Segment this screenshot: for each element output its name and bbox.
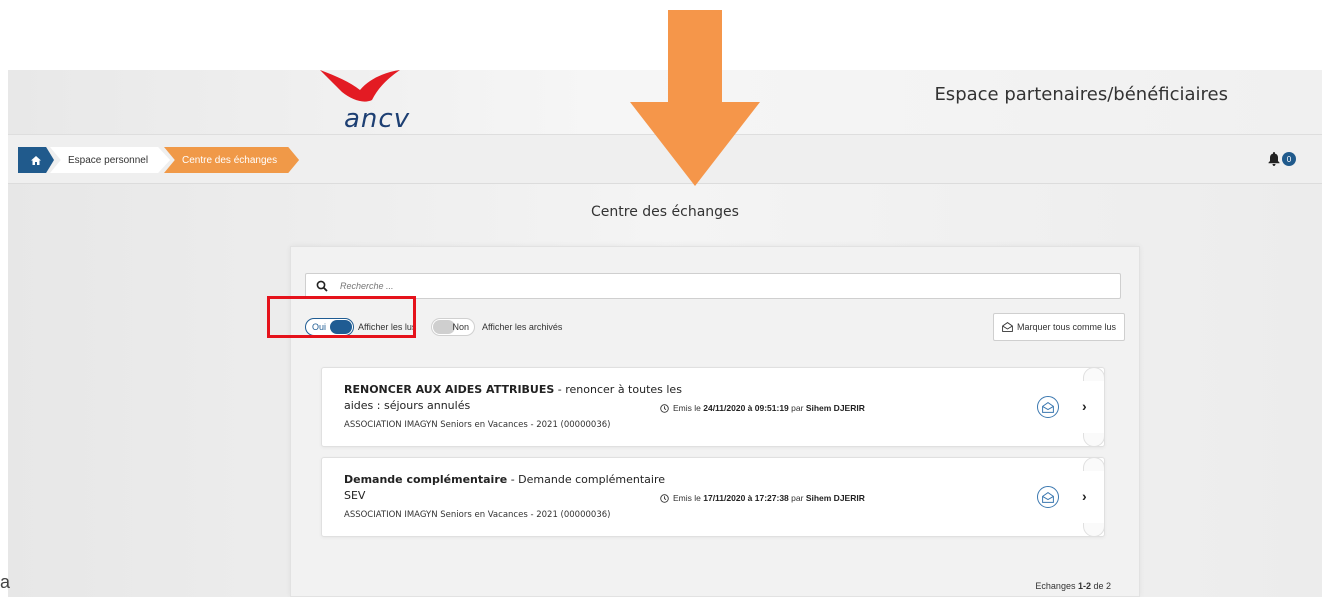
search-bar[interactable]	[305, 273, 1121, 299]
open-envelope-icon	[1042, 491, 1054, 503]
exchange-title: Demande complémentaire - Demande complém…	[344, 472, 684, 504]
exchange-subject: Demande complémentaire	[344, 473, 508, 486]
pagination-prefix: Echanges	[1035, 581, 1078, 591]
pagination-count: Echanges 1-2 de 2	[1035, 581, 1111, 591]
mark-all-read-button[interactable]: Marquer tous comme lus	[992, 313, 1125, 341]
chevron-right-icon[interactable]: ›	[1082, 398, 1087, 414]
exchange-emitted: Emis le 17/11/2020 à 17:27:38 par Sihem …	[660, 493, 865, 503]
exchange-association: ASSOCIATION IMAGYN Seniors en Vacances -…	[344, 420, 611, 430]
emitted-by: par	[788, 493, 806, 503]
exchange-card[interactable]: Demande complémentaire - Demande complém…	[321, 457, 1105, 537]
corner-text: a	[0, 572, 11, 592]
search-input[interactable]	[340, 281, 1040, 291]
exchange-emitted: Emis le 24/11/2020 à 09:51:19 par Sihem …	[660, 403, 865, 413]
exchange-card[interactable]: RENONCER AUX AIDES ATTRIBUES - renoncer …	[321, 367, 1105, 447]
show-archived-toggle[interactable]: Non	[431, 318, 475, 336]
mark-read-button[interactable]	[1037, 486, 1059, 508]
bell-icon	[1268, 152, 1280, 166]
exchange-title: RENONCER AUX AIDES ATTRIBUES - renoncer …	[344, 382, 684, 414]
pagination-suffix: de 2	[1090, 581, 1111, 591]
notifications-button[interactable]: 0	[1268, 152, 1296, 166]
ancv-logo[interactable]: ancv	[316, 70, 426, 134]
card-decoration	[1083, 433, 1105, 447]
card-decoration	[1083, 457, 1105, 471]
emitted-prefix: Emis le	[673, 493, 704, 503]
pagination-range: 1-2	[1077, 581, 1091, 591]
show-archived-label: Afficher les archivés	[482, 322, 563, 332]
clock-icon	[660, 403, 669, 413]
emitted-author: Sihem DJERIR	[805, 493, 865, 503]
exchange-association: ASSOCIATION IMAGYN Seniors en Vacances -…	[344, 510, 611, 520]
exchanges-panel: Oui Afficher les lus Non Afficher les ar…	[290, 246, 1140, 597]
emitted-author: Sihem DJERIR	[805, 403, 865, 413]
notification-count-badge: 0	[1282, 152, 1296, 166]
logo-text: ancv	[344, 104, 411, 134]
annotation-arrow-down-icon	[630, 10, 760, 186]
emitted-by: par	[788, 403, 806, 413]
card-decoration	[1083, 523, 1105, 537]
mark-all-read-label: Marquer tous comme lus	[1016, 322, 1116, 332]
page-title: Centre des échanges	[591, 204, 739, 220]
emitted-date: 17/11/2020 à 17:27:38	[703, 493, 789, 503]
emitted-date: 24/11/2020 à 09:51:19	[703, 403, 789, 413]
show-archived-toggle-state: Non	[452, 322, 469, 332]
clock-icon	[660, 493, 669, 503]
open-envelope-icon	[1042, 401, 1054, 413]
exchange-subject: RENONCER AUX AIDES ATTRIBUES	[344, 383, 555, 396]
breadcrumb-espace-personnel[interactable]: Espace personnel	[50, 147, 171, 173]
search-icon	[316, 280, 328, 292]
annotation-highlight-box	[267, 296, 416, 338]
breadcrumb-home[interactable]	[18, 147, 54, 173]
emitted-prefix: Emis le	[673, 403, 704, 413]
page: ancv Espace partenaires/bénéficiaires Es…	[0, 0, 1322, 597]
chevron-right-icon[interactable]: ›	[1082, 488, 1087, 504]
mark-read-button[interactable]	[1037, 396, 1059, 418]
header-title: Espace partenaires/bénéficiaires	[934, 84, 1228, 105]
card-decoration	[1083, 367, 1105, 381]
open-envelope-icon	[1002, 322, 1013, 332]
home-icon	[31, 155, 41, 165]
breadcrumb-centre-echanges[interactable]: Centre des échanges	[164, 147, 300, 173]
